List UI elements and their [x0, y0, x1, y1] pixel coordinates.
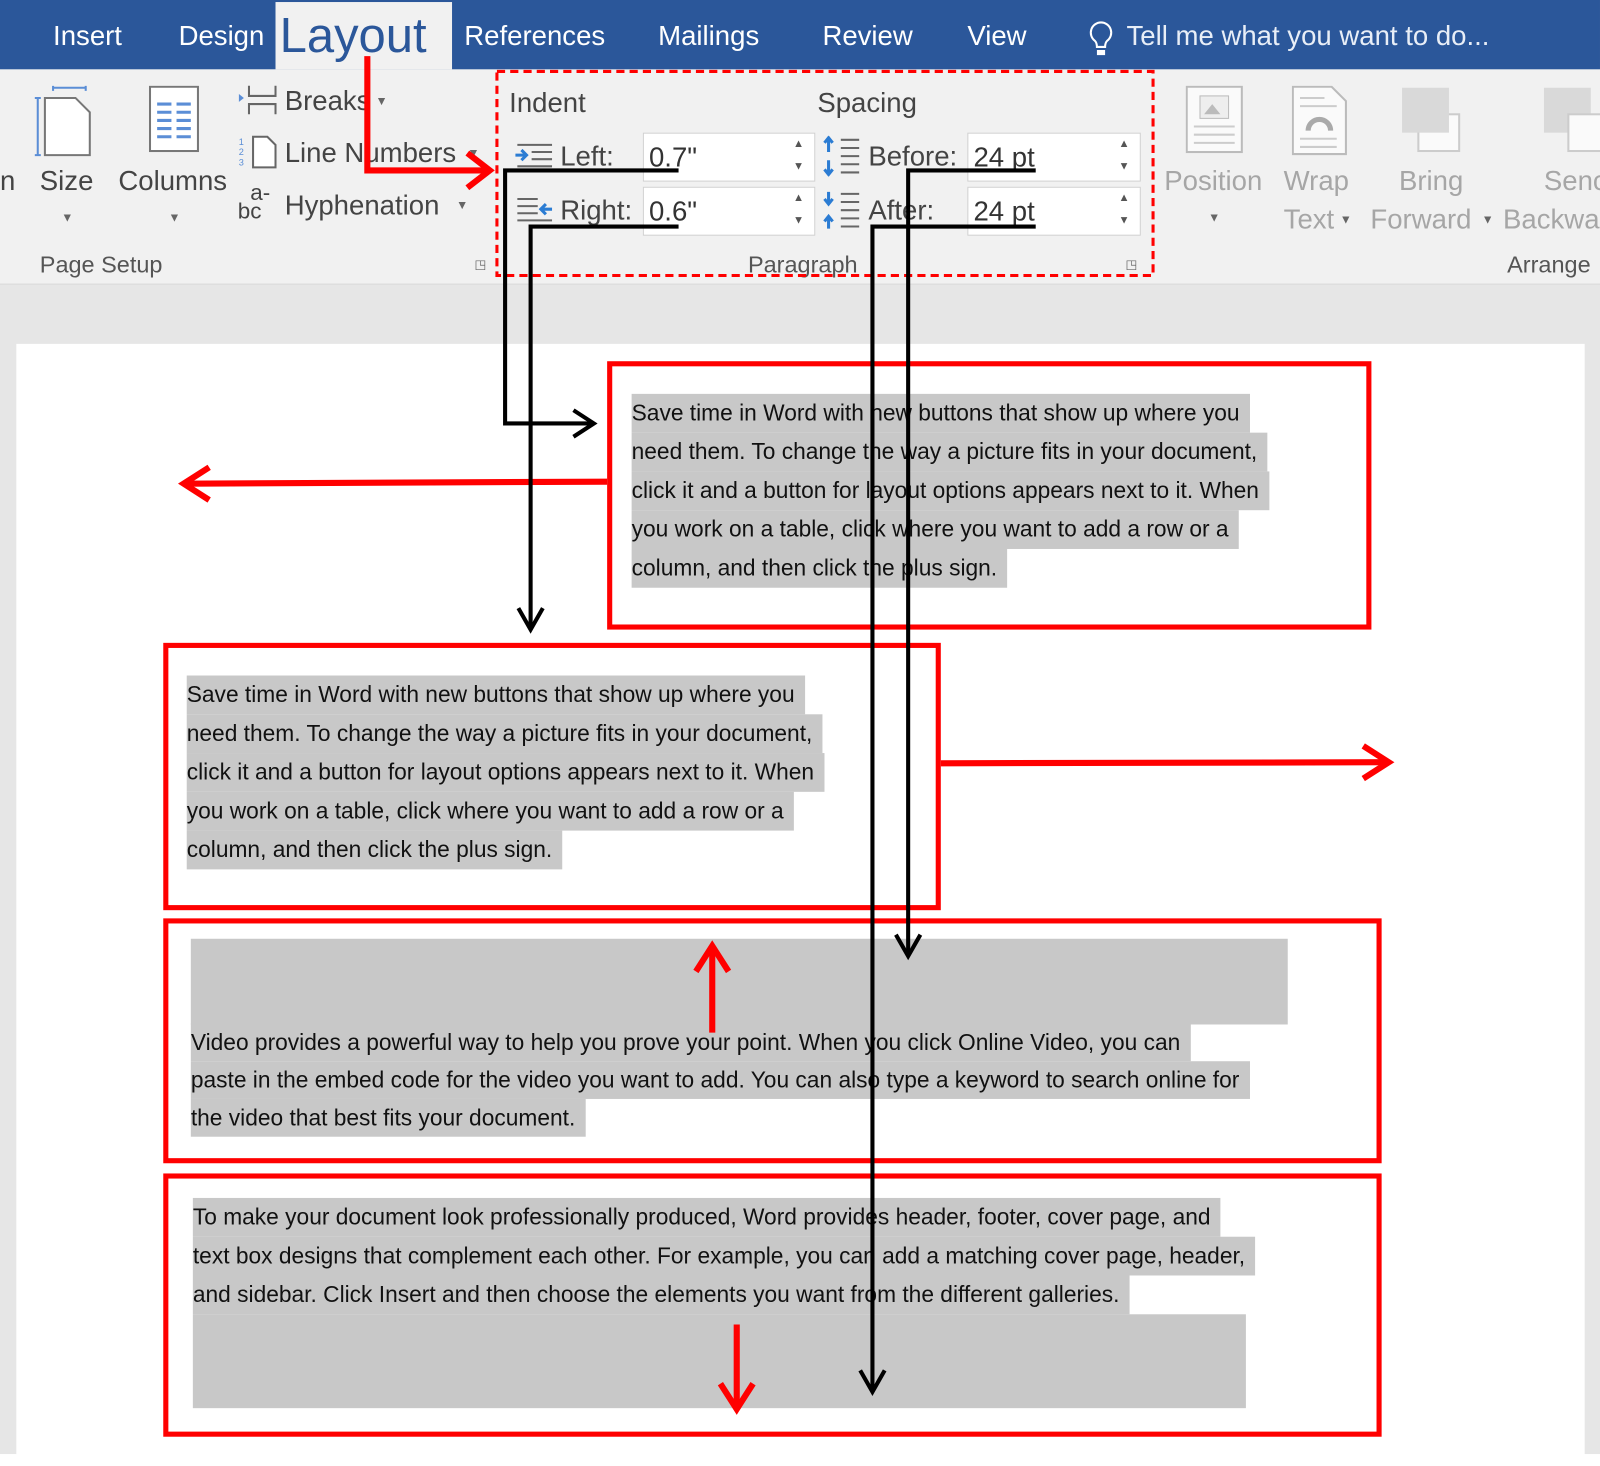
- red-arrows: [177, 56, 1395, 1415]
- black-arrows: [503, 168, 1036, 1396]
- annotation-overlay: [177, 56, 1395, 1415]
- before-value-arrow: [906, 168, 1036, 956]
- left-indent-arrow: [185, 478, 608, 487]
- after-value-arrow: [870, 224, 1036, 1391]
- right-value-arrow: [528, 224, 679, 629]
- right-indent-arrow: [940, 759, 1388, 767]
- paragraph-group-highlight: [495, 69, 1155, 278]
